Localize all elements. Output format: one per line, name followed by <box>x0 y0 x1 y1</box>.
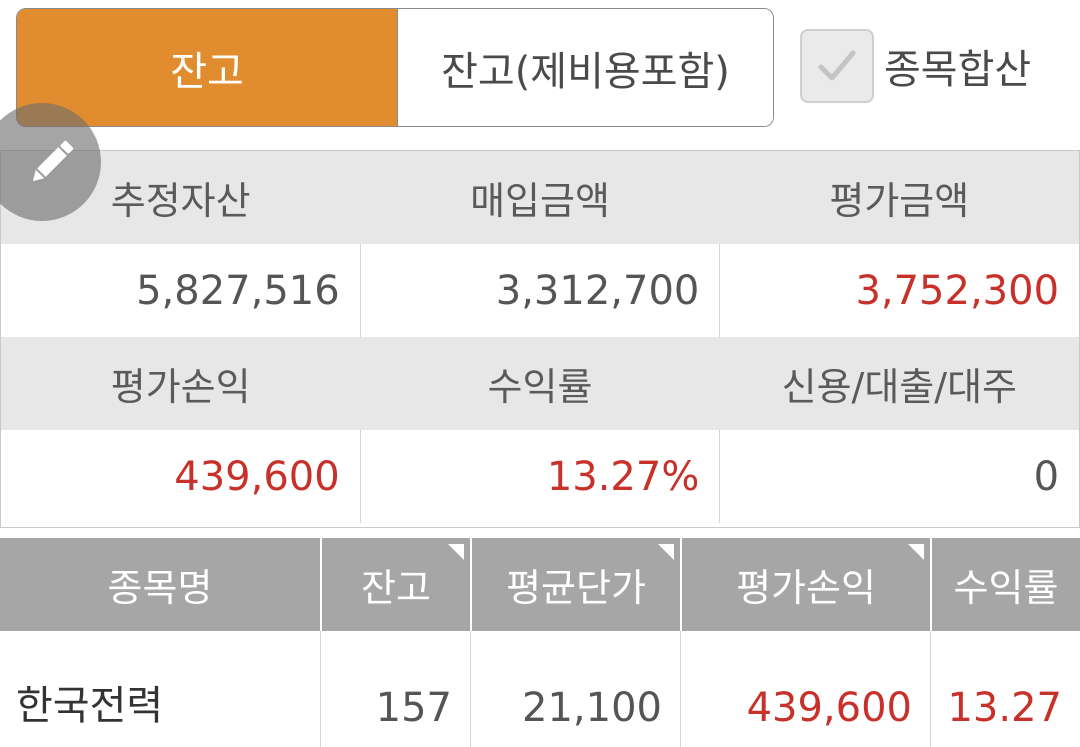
holdings-header: 종목명 잔고 평균단가 평가손익 수익률 <box>0 538 1080 631</box>
col-quantity[interactable]: 잔고 <box>320 538 470 631</box>
row-return-rate: 13.27 <box>930 631 1080 747</box>
col-return-rate-label: 수익률 <box>953 566 1059 610</box>
sort-corner-icon <box>658 544 674 560</box>
holdings-table: 종목명 잔고 평균단가 평가손익 수익률 한국전력 157 21,100 439… <box>0 538 1080 747</box>
valuation-amount-label: 평가금액 <box>829 179 970 223</box>
credit-loan-value: 0 <box>719 430 1079 523</box>
valuation-amount-value: 3,752,300 <box>719 244 1079 337</box>
valuation-pnl-label: 평가손익 <box>110 365 251 409</box>
col-return-rate[interactable]: 수익률 <box>930 538 1080 631</box>
row-quantity: 157 <box>320 631 470 747</box>
return-rate-label: 수익률 <box>487 365 593 409</box>
sort-corner-icon <box>908 544 924 560</box>
summary-value-row: 5,827,516 3,312,700 3,752,300 <box>1 244 1079 337</box>
col-stock-name-label: 종목명 <box>107 566 213 610</box>
aggregate-label: 종목합산 <box>884 47 1032 93</box>
return-rate-value: 13.27% <box>359 430 720 523</box>
aggregate-toggle[interactable]: 종목합산 <box>800 29 1031 103</box>
checkmark-icon <box>818 50 856 81</box>
balance-tab-group: 잔고 잔고(제비용포함) <box>16 8 774 127</box>
purchase-amount-label: 매입금액 <box>470 179 610 223</box>
estimated-assets-value: 5,827,516 <box>136 267 340 314</box>
sort-corner-icon <box>448 544 464 560</box>
row-pnl: 439,600 <box>680 631 930 747</box>
account-summary: 추정자산 매입금액 평가금액 5,827,516 3,312,700 3,752… <box>0 150 1080 528</box>
col-stock-name[interactable]: 종목명 <box>0 538 320 631</box>
col-pnl-label: 평가손익 <box>736 566 876 610</box>
col-avg-price-label: 평균단가 <box>506 566 646 610</box>
row-avg-price: 21,100 <box>470 631 680 747</box>
aggregate-checkbox[interactable] <box>800 29 874 103</box>
col-avg-price[interactable]: 평균단가 <box>470 538 680 631</box>
pencil-icon <box>32 140 74 182</box>
valuation-pnl-value: 439,600 <box>174 453 340 500</box>
tab-balance[interactable]: 잔고 <box>17 9 397 126</box>
summary-value-row: 439,600 13.27% 0 <box>1 430 1079 523</box>
summary-header-row: 평가손익 수익률 신용/대출/대주 <box>1 337 1079 430</box>
row-stock-name: 한국전력 <box>16 683 164 729</box>
col-pnl[interactable]: 평가손익 <box>680 538 930 631</box>
col-quantity-label: 잔고 <box>361 566 431 610</box>
table-row[interactable]: 한국전력 157 21,100 439,600 13.27 <box>0 631 1080 747</box>
tab-balance-incl-costs[interactable]: 잔고(제비용포함) <box>397 9 773 126</box>
summary-header-row: 추정자산 매입금액 평가금액 <box>1 151 1079 244</box>
purchase-amount-value: 3,312,700 <box>359 244 720 337</box>
credit-loan-label: 신용/대출/대주 <box>781 365 1017 409</box>
